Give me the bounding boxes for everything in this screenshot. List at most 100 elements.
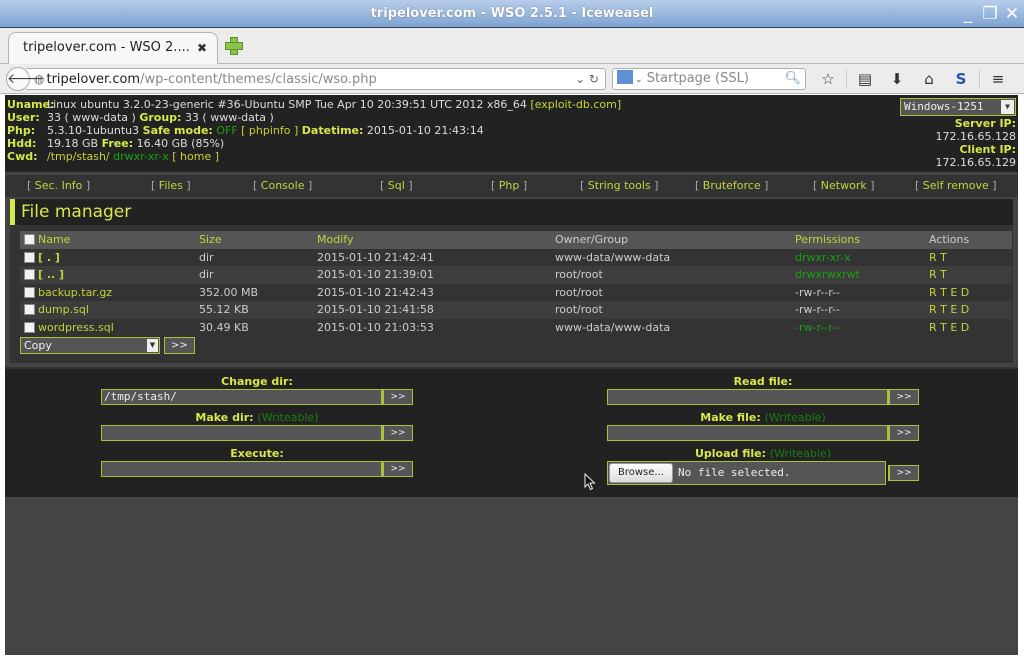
row-checkbox[interactable]	[24, 269, 35, 281]
execute-input[interactable]	[101, 461, 383, 477]
menu-string-tools[interactable]: [ String tools ]	[580, 175, 658, 197]
file-name-link[interactable]: [ .. ]	[24, 266, 64, 283]
row-checkbox[interactable]	[24, 286, 35, 298]
menu-php[interactable]: [ Php ]	[491, 175, 527, 197]
change-dir-submit-button[interactable]: >>	[382, 389, 413, 405]
search-bar[interactable]: ⌄ Startpage (SSL) 🔍︎	[612, 68, 806, 90]
cwd-label: Cwd:	[7, 150, 38, 163]
bulk-action-submit-button[interactable]: >>	[164, 337, 195, 354]
charset-select[interactable]: Windows-1251 ▼	[900, 98, 1016, 116]
php-label: Php:	[7, 124, 36, 137]
datetime-value: 2015-01-10 21:43:14	[366, 124, 484, 137]
execute-submit-button[interactable]: >>	[382, 461, 413, 477]
menu-files[interactable]: [ Files ]	[151, 175, 191, 197]
cwd-path-link[interactable]: /tmp/stash/	[47, 150, 110, 163]
writeable-status: (Writeable)	[769, 447, 832, 460]
menu-console[interactable]: [ Console ]	[253, 175, 312, 197]
row-checkbox[interactable]	[24, 251, 35, 263]
bookmark-star-icon[interactable]: ☆	[812, 70, 844, 88]
reading-list-icon[interactable]: ▤	[849, 70, 881, 88]
make-file-input[interactable]	[607, 425, 889, 441]
row-checkbox[interactable]	[24, 304, 35, 316]
file-manager-panel: Name Size Modify Owner/Group Permissions…	[10, 225, 1013, 363]
file-actions[interactable]: R T E D	[929, 301, 969, 318]
upload-submit-button[interactable]: >>	[888, 465, 919, 481]
read-file-submit-button[interactable]: >>	[888, 389, 919, 405]
no-file-selected-text: No file selected.	[677, 466, 791, 479]
exploit-db-link[interactable]: [exploit-db.com]	[530, 98, 621, 111]
download-icon[interactable]: ⬇	[881, 70, 913, 88]
file-manager-title: File manager	[10, 199, 1013, 225]
menu-network[interactable]: [ Network ]	[813, 175, 875, 197]
upload-file-input[interactable]: Browse... No file selected.	[607, 461, 887, 485]
modify-column-header[interactable]: Modify	[317, 231, 353, 248]
url-history-dropdown-and-reload-icons[interactable]: ⌄ ↻	[575, 69, 599, 89]
file-name-link[interactable]: dump.sql	[24, 301, 89, 318]
minimize-icon[interactable]: _	[960, 1, 976, 28]
make-dir-label: Make dir: (Writeable)	[195, 411, 319, 424]
s-addon-icon[interactable]: S	[945, 70, 977, 88]
menu-bruteforce[interactable]: [ Bruteforce ]	[695, 175, 768, 197]
make-file-submit-button[interactable]: >>	[888, 425, 919, 441]
file-permissions-link[interactable]: drwxr-xr-x	[795, 249, 851, 266]
home-icon[interactable]: ⌂	[913, 70, 945, 88]
window-title: tripelover.com - WSO 2.5.1 - Iceweasel	[370, 6, 654, 21]
file-permissions-link[interactable]: drwxrwxrwt	[795, 266, 860, 283]
phpinfo-link[interactable]: [ phpinfo ]	[241, 124, 298, 137]
file-size: 30.49 KB	[199, 320, 249, 334]
cwd-permissions: drwxr-xr-x	[113, 150, 169, 163]
execute-form: Execute: >>	[101, 447, 413, 477]
new-tab-plus-icon[interactable]	[224, 36, 243, 55]
close-icon[interactable]: ✕	[1004, 1, 1020, 28]
hdd-label: Hdd:	[7, 137, 37, 150]
dropdown-arrow-icon[interactable]: ▼	[1001, 100, 1014, 114]
make-dir-input[interactable]	[101, 425, 383, 441]
file-name-link[interactable]: backup.tar.gz	[24, 284, 112, 301]
menu-sql[interactable]: [ Sql ]	[380, 175, 413, 197]
browse-button[interactable]: Browse...	[609, 463, 673, 483]
file-actions[interactable]: R T	[929, 249, 947, 266]
menu-icon[interactable]: ≡	[982, 70, 1014, 88]
file-actions[interactable]: R T E D	[929, 319, 969, 336]
menu-self-remove[interactable]: [ Self remove ]	[915, 175, 997, 197]
charset-value: Windows-1251	[904, 100, 984, 113]
menu-sec-info[interactable]: [ Sec. Info ]	[27, 175, 90, 197]
file-permissions-link[interactable]: -rw-r--r--	[795, 284, 840, 301]
url-bar[interactable]: ◍ tripelover.com/wp-content/themes/classi…	[26, 68, 606, 90]
file-name-link[interactable]: wordpress.sql	[24, 319, 114, 336]
row-checkbox[interactable]	[24, 321, 35, 333]
file-size: dir	[199, 250, 214, 264]
group-label: Group:	[139, 111, 182, 124]
wso-page: Uname: Linux ubuntu 3.2.0-23-generic #36…	[5, 95, 1018, 655]
owner-column-header: Owner/Group	[555, 233, 629, 246]
file-name-link[interactable]: [ . ]	[24, 249, 60, 266]
chevron-down-icon[interactable]: ⌄	[635, 75, 643, 85]
search-magnifier-icon[interactable]: 🔍︎	[784, 69, 801, 89]
read-file-input[interactable]	[607, 389, 889, 405]
safe-mode-label: Safe mode:	[142, 124, 213, 137]
table-row: dump.sql 55.12 KB 2015-01-10 21:41:58 ro…	[20, 301, 1012, 319]
permissions-column-header[interactable]: Permissions	[795, 231, 860, 248]
change-dir-input[interactable]: /tmp/stash/	[101, 389, 383, 405]
hdd-value: 19.18 GB	[47, 137, 99, 150]
file-actions[interactable]: R T E D	[929, 284, 969, 301]
client-ip-label: Client IP:	[959, 143, 1016, 156]
browser-tab[interactable]: tripelover.com - WSO 2.... ✖	[8, 32, 218, 64]
name-column-header[interactable]: Name	[24, 231, 70, 248]
search-engine-icon[interactable]	[617, 70, 633, 84]
home-link[interactable]: [ home ]	[172, 150, 219, 163]
maximize-icon[interactable]: ❐	[982, 1, 998, 28]
select-all-checkbox[interactable]	[24, 234, 35, 245]
bulk-action-select[interactable]: Copy ▼	[20, 337, 160, 354]
execute-label: Execute:	[230, 447, 284, 460]
size-column-header[interactable]: Size	[199, 231, 222, 248]
dropdown-arrow-icon[interactable]: ▼	[147, 339, 158, 352]
make-file-label: Make file: (Writeable)	[700, 411, 826, 424]
make-dir-submit-button[interactable]: >>	[382, 425, 413, 441]
change-dir-form: Change dir: /tmp/stash/ >>	[101, 375, 413, 405]
file-permissions-link[interactable]: -rw-r--r--	[795, 301, 840, 318]
file-permissions-link[interactable]: -rw-r--r--	[795, 319, 840, 336]
file-actions[interactable]: R T	[929, 266, 947, 283]
back-arrow-icon[interactable]: 🡐	[6, 67, 45, 91]
tab-close-icon[interactable]: ✖	[197, 33, 207, 63]
